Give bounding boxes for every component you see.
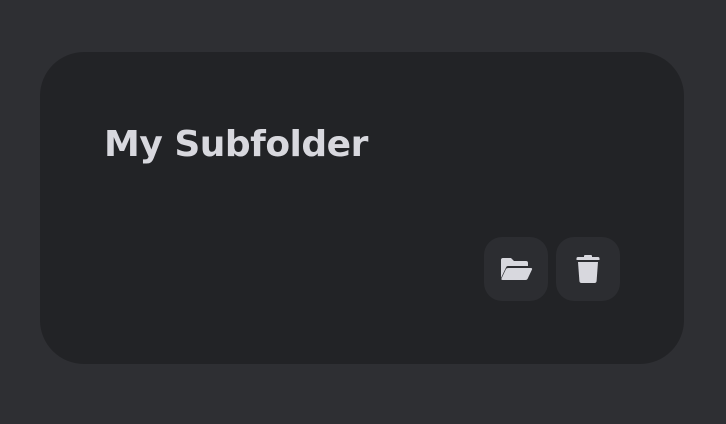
trash-icon bbox=[575, 254, 601, 284]
folder-open-icon bbox=[499, 256, 533, 282]
folder-title: My Subfolder bbox=[104, 124, 368, 165]
folder-card: My Subfolder bbox=[40, 52, 684, 364]
open-folder-button[interactable] bbox=[484, 237, 548, 301]
delete-button[interactable] bbox=[556, 237, 620, 301]
card-actions bbox=[484, 237, 620, 301]
